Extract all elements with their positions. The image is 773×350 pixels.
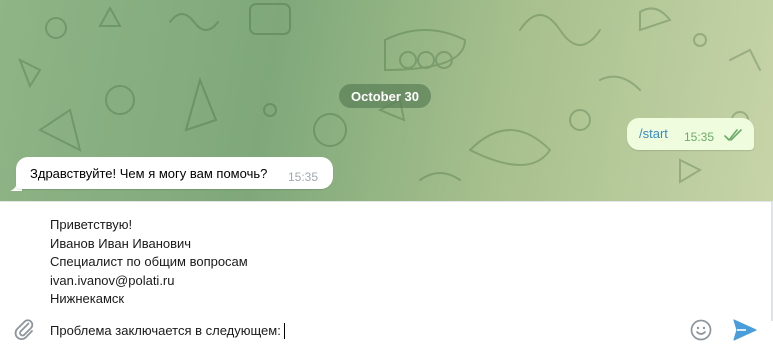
message-time: 15:35 bbox=[684, 130, 715, 144]
draft-line[interactable]: Специалист по общим вопросам bbox=[50, 253, 248, 272]
send-arrow-icon[interactable] bbox=[733, 319, 757, 341]
paperclip-icon[interactable] bbox=[12, 317, 36, 341]
incoming-message[interactable]: Здравствуйте! Чем я могу вам помочь? 15:… bbox=[16, 157, 333, 189]
chat-background: October 30 /start 15:35 Здравствуйте! Че… bbox=[0, 0, 773, 201]
emoji-smile-icon[interactable] bbox=[689, 318, 713, 342]
message-input[interactable]: Проблема заключается в следующем: bbox=[50, 322, 285, 340]
message-composer[interactable]: Приветствую! Иванов Иван Иванович Специа… bbox=[0, 201, 773, 350]
draft-line[interactable]: Иванов Иван Иванович bbox=[50, 235, 248, 254]
text-caret bbox=[283, 323, 285, 339]
message-text[interactable]: Здравствуйте! Чем я могу вам помочь? bbox=[30, 166, 267, 181]
draft-text[interactable]: Приветствую! Иванов Иван Иванович Специа… bbox=[50, 216, 248, 309]
draft-line[interactable]: Нижнекамск bbox=[50, 290, 248, 309]
draft-line[interactable]: ivan.ivanov@polati.ru bbox=[50, 272, 248, 291]
message-time: 15:35 bbox=[288, 170, 319, 184]
date-separator: October 30 bbox=[339, 84, 431, 108]
draft-line[interactable]: Приветствую! bbox=[50, 216, 248, 235]
double-check-icon bbox=[724, 129, 742, 141]
outgoing-message[interactable]: /start 15:35 bbox=[627, 118, 754, 150]
draft-current-line[interactable]: Проблема заключается в следующем: bbox=[50, 322, 281, 340]
message-text[interactable]: /start bbox=[639, 126, 668, 141]
